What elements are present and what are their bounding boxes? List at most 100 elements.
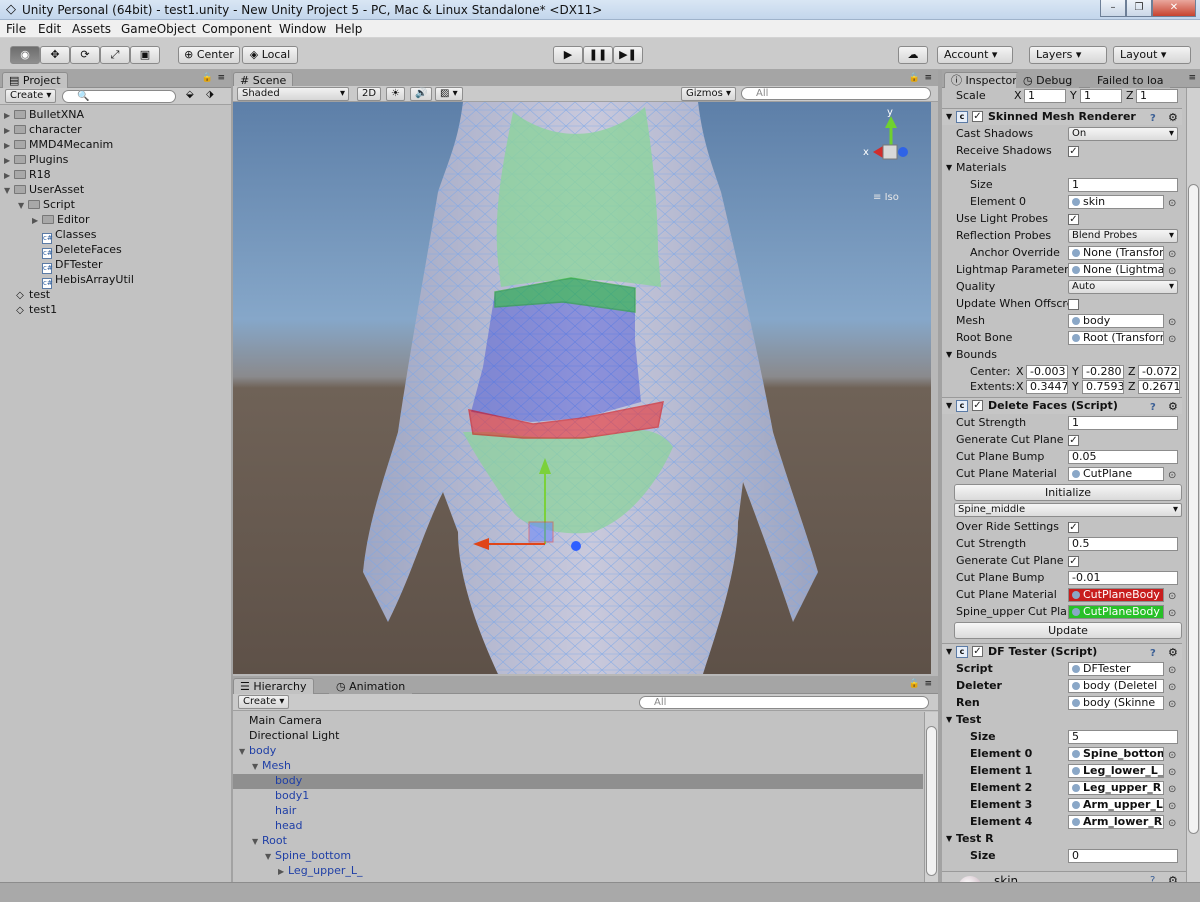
fold-arrow-icon[interactable]: ▼	[252, 760, 262, 774]
fold-arrow-icon[interactable]: ▶	[4, 154, 14, 168]
text-field[interactable]: -0.01	[1068, 571, 1178, 585]
step-button[interactable]: ▶❚	[613, 46, 643, 64]
lock-icon[interactable]: 🔒	[909, 73, 920, 83]
bounds-center-x-field[interactable]: -0.003	[1026, 365, 1068, 379]
list-item[interactable]: ▼ UserAsset	[4, 183, 84, 198]
account-dropdown[interactable]: Account ▾	[937, 46, 1013, 64]
fold-arrow-icon[interactable]: ▶	[4, 109, 14, 123]
menu-gameobject[interactable]: GameObject	[121, 22, 196, 36]
fold-arrow-icon[interactable]: ▼	[239, 745, 249, 759]
text-field[interactable]: 0.5	[1068, 537, 1178, 551]
object-field[interactable]: Arm_lower_R	[1068, 815, 1164, 829]
layout-dropdown[interactable]: Layout ▾	[1113, 46, 1191, 64]
object-picker-icon[interactable]: ⊙	[1168, 680, 1176, 696]
scale-z-field[interactable]: 1	[1136, 89, 1178, 103]
list-item[interactable]: ◇ test1	[4, 303, 57, 318]
text-field[interactable]: 0	[1068, 849, 1178, 863]
text-field[interactable]: 0.05	[1068, 450, 1178, 464]
menu-window[interactable]: Window	[279, 22, 326, 36]
tab-failed-to-load[interactable]: Failed to loa	[1090, 72, 1171, 88]
project-search-input[interactable]: 🔍	[62, 90, 176, 103]
fold-arrow-icon[interactable]: ▶	[4, 169, 14, 183]
fold-arrow-icon[interactable]: ▶	[4, 139, 14, 153]
fold-arrow-icon[interactable]: ▶	[32, 214, 42, 228]
object-field[interactable]: CutPlane	[1068, 467, 1164, 481]
bone-select-dropdown[interactable]: Spine_middle ▾	[954, 503, 1182, 517]
list-item[interactable]: c# DeleteFaces	[32, 243, 122, 259]
tab-project[interactable]: ▤ Project	[2, 72, 68, 88]
object-field[interactable]: Spine_bottom	[1068, 747, 1164, 761]
object-field[interactable]: None (Lightmap P	[1068, 263, 1164, 277]
checkbox[interactable]: ✓	[1068, 214, 1079, 225]
text-field[interactable]: 1	[1068, 178, 1178, 192]
menu-help[interactable]: Help	[335, 22, 362, 36]
bounds-extents-x-field[interactable]: 0.3447	[1026, 380, 1068, 394]
list-item[interactable]: c# Classes	[32, 228, 96, 244]
object-field[interactable]: skin	[1068, 195, 1164, 209]
rotate-tool-icon[interactable]: ⟳	[70, 46, 100, 64]
object-picker-icon[interactable]: ⊙	[1168, 765, 1176, 781]
object-field[interactable]: Arm_upper_L	[1068, 798, 1164, 812]
inspector-scroll-thumb[interactable]	[1188, 184, 1199, 834]
panel-menu-icon[interactable]: ≡	[924, 73, 932, 83]
list-item[interactable]: ▶ MMD4Mecanim	[4, 138, 113, 153]
layers-dropdown[interactable]: Layers ▾	[1029, 46, 1107, 64]
tab-hierarchy[interactable]: ☰ Hierarchy	[233, 678, 314, 694]
text-field[interactable]: 5	[1068, 730, 1178, 744]
table-row[interactable]: ▼ Root	[233, 834, 923, 849]
component-header[interactable]: ▼ c ✓ DF Tester (Script)? ⚙	[942, 643, 1182, 660]
fold-arrow-icon[interactable]: ▼	[946, 831, 952, 847]
list-item[interactable]: c# HebisArrayUtil	[32, 273, 134, 289]
object-picker-icon[interactable]: ⊙	[1168, 606, 1176, 622]
help-icon[interactable]: ?	[1150, 875, 1155, 882]
help-icon[interactable]: ?	[1150, 111, 1156, 127]
pivot-center-button[interactable]: ⊕ Center	[178, 46, 240, 64]
menu-component[interactable]: Component	[202, 22, 272, 36]
fold-arrow-icon[interactable]: ▼	[18, 199, 28, 213]
dropdown-field[interactable]: Auto ▾	[1068, 280, 1178, 294]
gear-icon[interactable]: ⚙	[1168, 399, 1178, 415]
table-row[interactable]: ▶ Leg_upper_L_	[233, 864, 923, 879]
menu-assets[interactable]: Assets	[72, 22, 111, 36]
update-button[interactable]: Update	[954, 622, 1182, 639]
hierarchy-create-button[interactable]: Create ▾	[238, 695, 290, 709]
object-picker-icon[interactable]: ⊙	[1168, 315, 1176, 331]
component-enabled-checkbox[interactable]: ✓	[972, 400, 983, 411]
object-field[interactable]: Leg_upper_R	[1068, 781, 1164, 795]
bounds-extents-y-field[interactable]: 0.7593	[1082, 380, 1124, 394]
orientation-gizmo[interactable]: x y ≡ Iso	[863, 107, 908, 203]
pause-button[interactable]: ❚❚	[583, 46, 613, 64]
object-field[interactable]: body	[1068, 314, 1164, 328]
gear-icon[interactable]: ⚙	[1168, 874, 1178, 882]
table-row[interactable]: ▼ Mesh	[233, 759, 923, 774]
fold-arrow-icon[interactable]: ▼	[946, 109, 952, 125]
object-field[interactable]: DFTester	[1068, 662, 1164, 676]
component-header[interactable]: ▼ c ✓ Skinned Mesh Renderer? ⚙	[942, 108, 1182, 125]
table-row[interactable]: Main Camera	[233, 714, 923, 729]
scene-search-input[interactable]: All	[741, 87, 931, 100]
hierarchy-scrollbar[interactable]	[924, 712, 938, 882]
list-item[interactable]: ▶ R18	[4, 168, 51, 183]
panel-menu-icon[interactable]: ≡	[1188, 73, 1196, 83]
component-enabled-checkbox[interactable]: ✓	[972, 646, 983, 657]
fold-arrow-icon[interactable]: ▼	[946, 644, 952, 660]
object-picker-icon[interactable]: ⊙	[1168, 816, 1176, 832]
minimize-button[interactable]: –	[1100, 0, 1126, 17]
table-row[interactable]: body	[233, 774, 923, 789]
list-item[interactable]: ▶ BulletXNA	[4, 108, 84, 123]
gear-icon[interactable]: ⚙	[1168, 110, 1178, 126]
scale-y-field[interactable]: 1	[1080, 89, 1122, 103]
bounds-extents-z-field[interactable]: 0.2671	[1138, 380, 1180, 394]
dropdown-field[interactable]: On ▾	[1068, 127, 1178, 141]
component-header[interactable]: ▼ c ✓ Delete Faces (Script)? ⚙	[942, 397, 1182, 414]
menu-edit[interactable]: Edit	[38, 22, 61, 36]
table-row[interactable]: head	[233, 819, 923, 834]
table-row[interactable]: hair	[233, 804, 923, 819]
table-row[interactable]: ▼ Spine_bottom	[233, 849, 923, 864]
text-field[interactable]: 1	[1068, 416, 1178, 430]
project-create-button[interactable]: Create ▾	[5, 89, 57, 103]
object-picker-icon[interactable]: ⊙	[1168, 247, 1176, 263]
dropdown-field[interactable]: Blend Probes ▾	[1068, 229, 1178, 243]
object-field[interactable]: CutPlaneBody	[1068, 605, 1164, 619]
cloud-icon[interactable]: ☁	[898, 46, 928, 64]
